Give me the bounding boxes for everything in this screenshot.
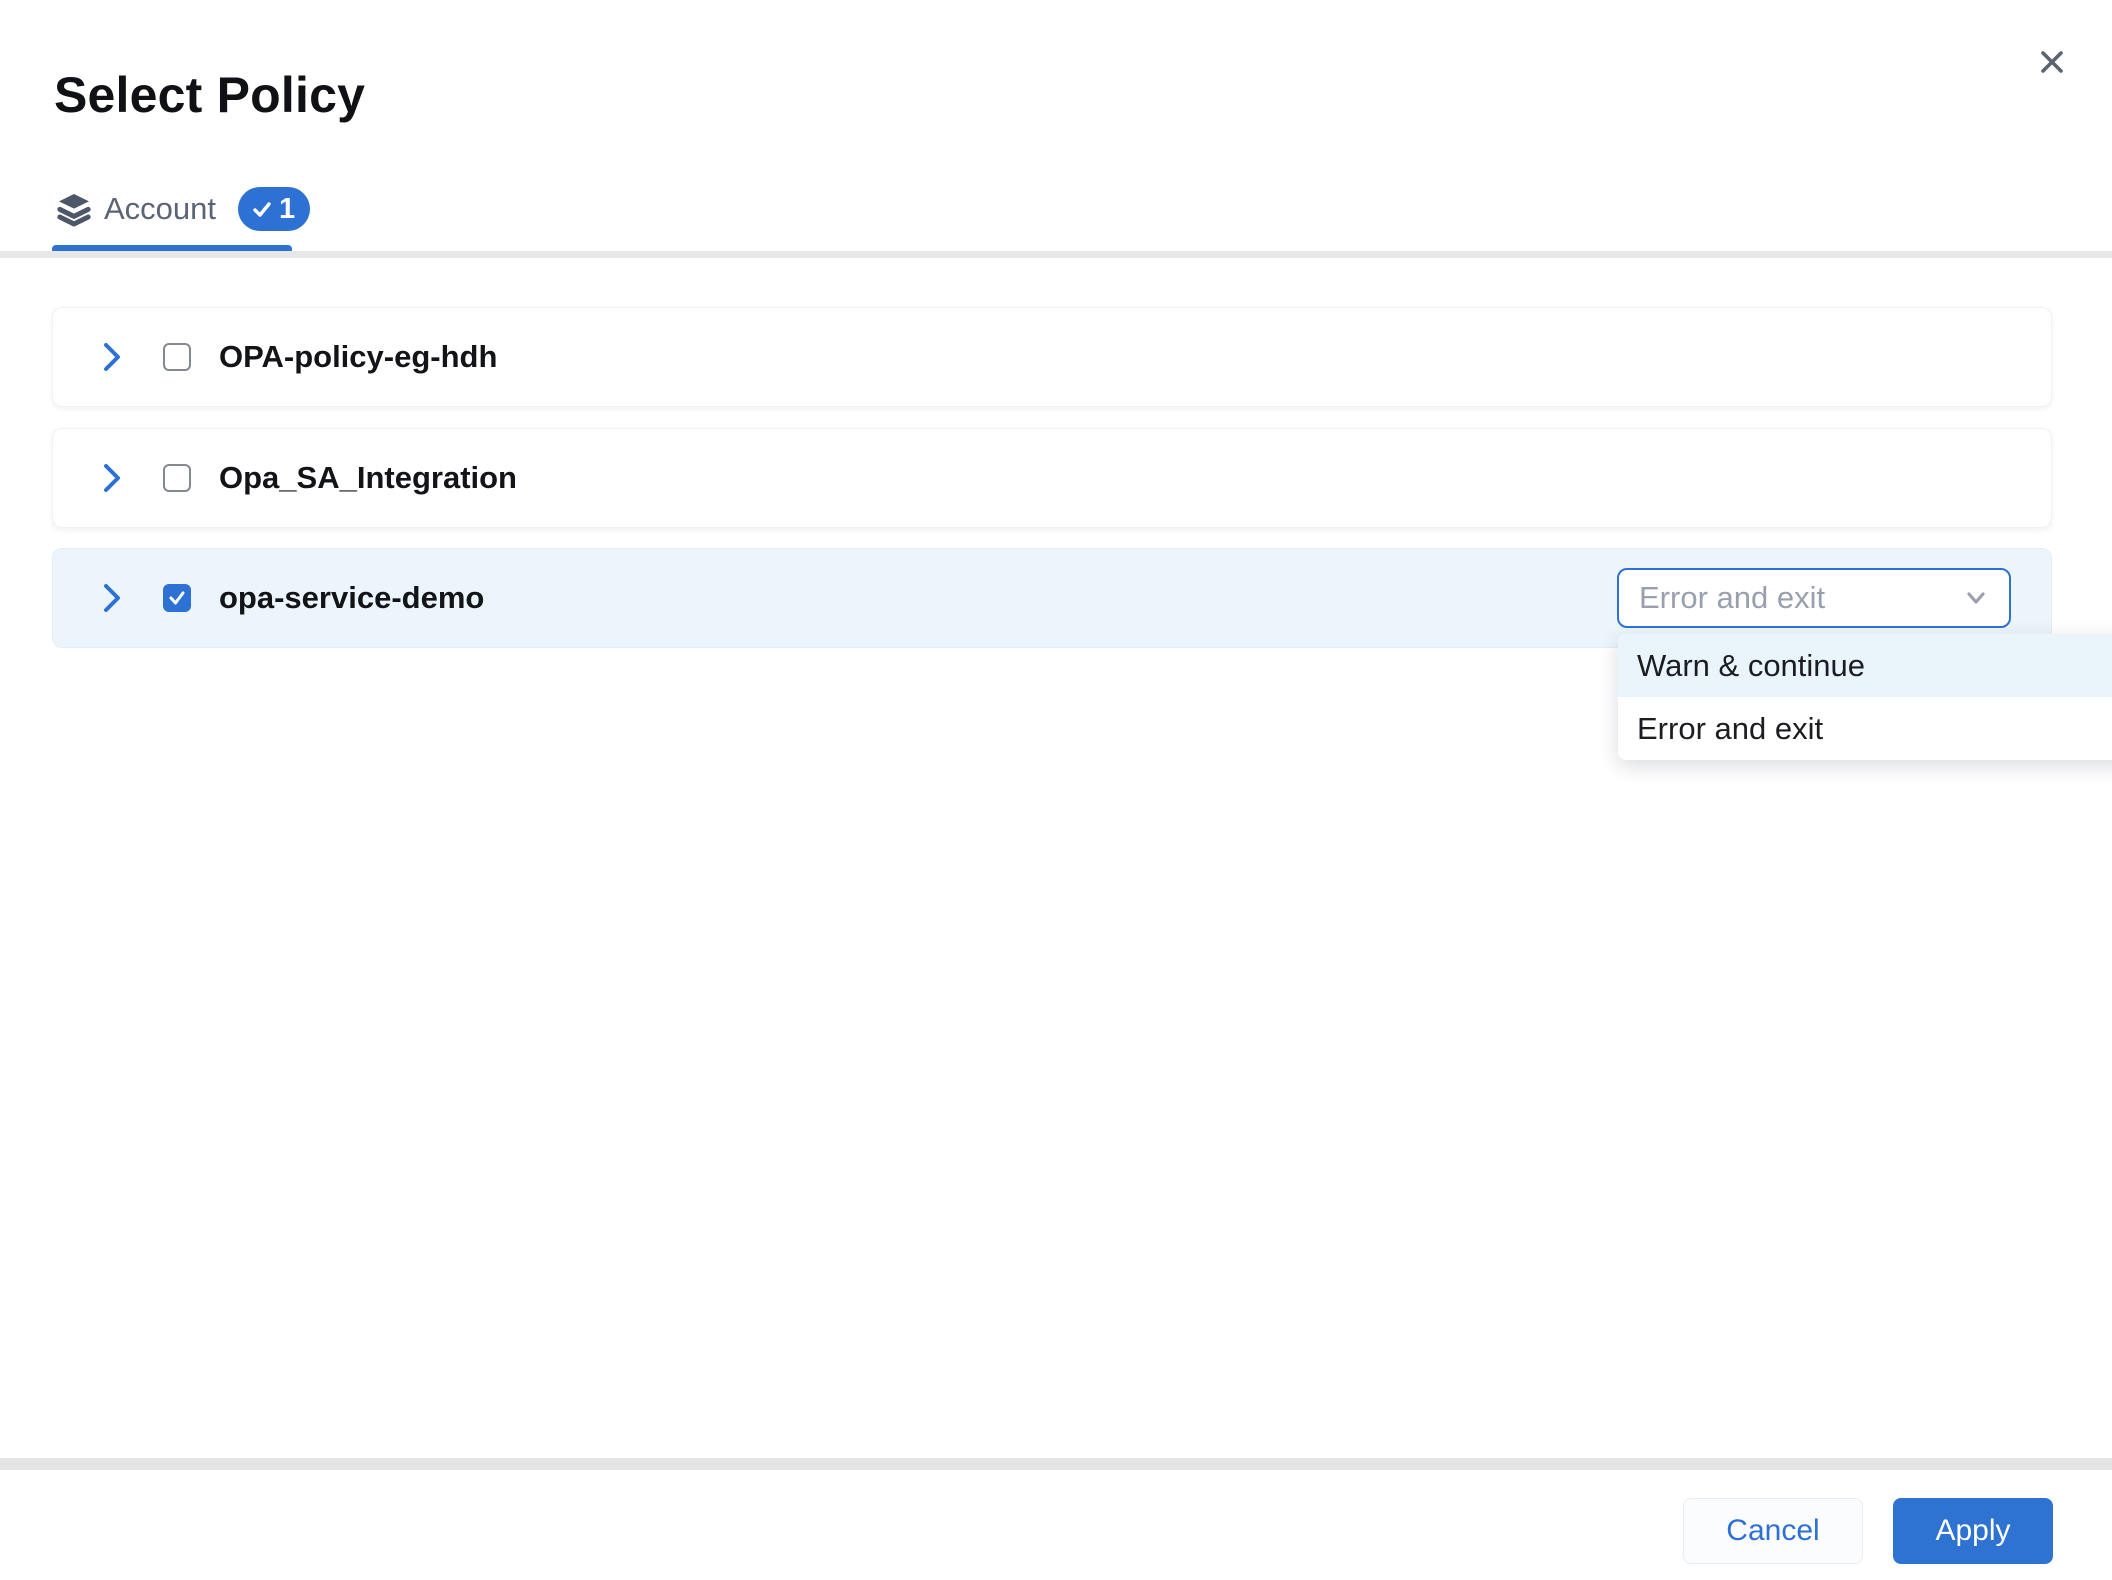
dialog-title: Select Policy <box>54 66 365 124</box>
check-icon <box>167 588 187 608</box>
policy-name: Opa_SA_Integration <box>219 460 517 496</box>
layers-icon <box>54 189 94 229</box>
chevron-down-icon <box>1961 588 1991 608</box>
policy-name: OPA-policy-eg-hdh <box>219 339 497 375</box>
policy-row-selected: opa-service-demo Error and exit <box>52 548 2052 648</box>
policy-checkbox[interactable] <box>163 464 191 492</box>
policy-name: opa-service-demo <box>219 580 484 616</box>
expand-chevron-icon[interactable] <box>97 461 127 495</box>
close-button[interactable] <box>2030 40 2074 84</box>
tab-account[interactable]: Account 1 <box>54 184 310 234</box>
badge-check-icon <box>250 197 274 221</box>
expand-chevron-icon[interactable] <box>97 581 127 615</box>
badge-count: 1 <box>279 193 295 226</box>
close-icon <box>2035 45 2069 79</box>
tab-label: Account <box>104 191 216 227</box>
cancel-button[interactable]: Cancel <box>1683 1498 1863 1564</box>
tabs-divider <box>0 251 2112 258</box>
apply-button[interactable]: Apply <box>1893 1498 2053 1564</box>
policy-row: Opa_SA_Integration <box>52 428 2052 528</box>
action-select-value: Error and exit <box>1639 580 1825 616</box>
expand-chevron-icon[interactable] <box>97 340 127 374</box>
footer-divider <box>0 1458 2112 1470</box>
action-dropdown-menu: Warn & continue Error and exit <box>1618 634 2112 760</box>
policy-checkbox[interactable] <box>163 343 191 371</box>
policy-row: OPA-policy-eg-hdh <box>52 307 2052 407</box>
action-select[interactable]: Error and exit <box>1617 568 2011 628</box>
dropdown-option-error-exit[interactable]: Error and exit <box>1618 697 2112 760</box>
dropdown-option-warn-continue[interactable]: Warn & continue <box>1618 634 2112 697</box>
policy-checkbox-checked[interactable] <box>163 584 191 612</box>
selected-count-badge: 1 <box>238 187 310 231</box>
